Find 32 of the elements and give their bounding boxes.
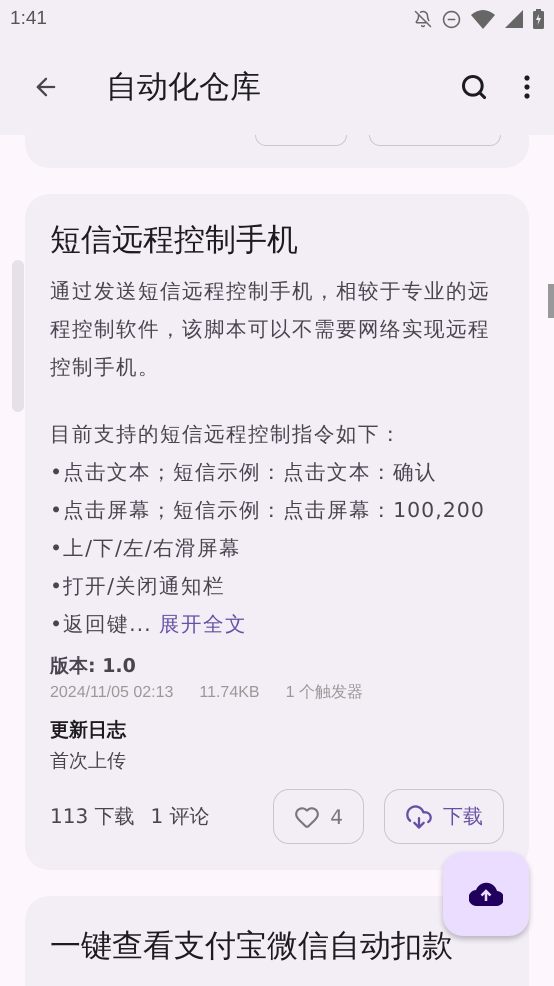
- version-label: 版本: 1.0: [50, 654, 137, 679]
- signal-icon: [505, 10, 523, 28]
- page-title: 自动化仓库: [106, 68, 262, 106]
- trigger-count: 1 个触发器: [286, 683, 363, 703]
- download-button[interactable]: 下载: [384, 789, 504, 844]
- description-text: •返回键...: [50, 612, 152, 636]
- script-title: 短信远程控制手机: [50, 221, 299, 260]
- do-not-disturb-icon: [442, 10, 461, 28]
- like-button[interactable]: 4: [273, 789, 364, 844]
- changelog-text: 首次上传: [50, 749, 127, 774]
- description-text: •打开/关闭通知栏: [50, 573, 226, 600]
- status-time: 1:41: [10, 8, 47, 30]
- comment-count: 1 评论: [150, 803, 210, 830]
- changelog-heading: 更新日志: [50, 718, 128, 743]
- date-text: 2024/11/05 02:13: [50, 683, 174, 703]
- description-text: 目前支持的短信远程控制指令如下：: [50, 421, 403, 448]
- scrollbar: [548, 284, 554, 318]
- description-text: •上/下/左/右滑屏幕: [50, 535, 242, 562]
- search-icon: [460, 72, 488, 100]
- size-text: 11.74KB: [199, 683, 260, 703]
- expand-link[interactable]: 展开全文: [159, 612, 248, 636]
- cloud-download-icon: [405, 802, 433, 830]
- cloud-upload-icon: [469, 882, 503, 906]
- description-text: •点击文本；短信示例：点击文本：确认: [50, 459, 438, 486]
- script-title: 一键查看支付宝微信自动扣款: [50, 927, 454, 966]
- battery-icon: [533, 9, 544, 29]
- more-icon: [524, 74, 530, 98]
- bell-off-icon: [414, 10, 432, 28]
- description-text: 通过发送短信远程控制手机，相较于专业的远程控制软件，该脚本可以不需要网络实现远程控制手机。: [50, 278, 491, 381]
- wifi-icon: [471, 9, 495, 29]
- download-count: 113 下载: [50, 803, 135, 830]
- description-text: •点击屏幕；短信示例：点击屏幕：100,200: [50, 497, 486, 524]
